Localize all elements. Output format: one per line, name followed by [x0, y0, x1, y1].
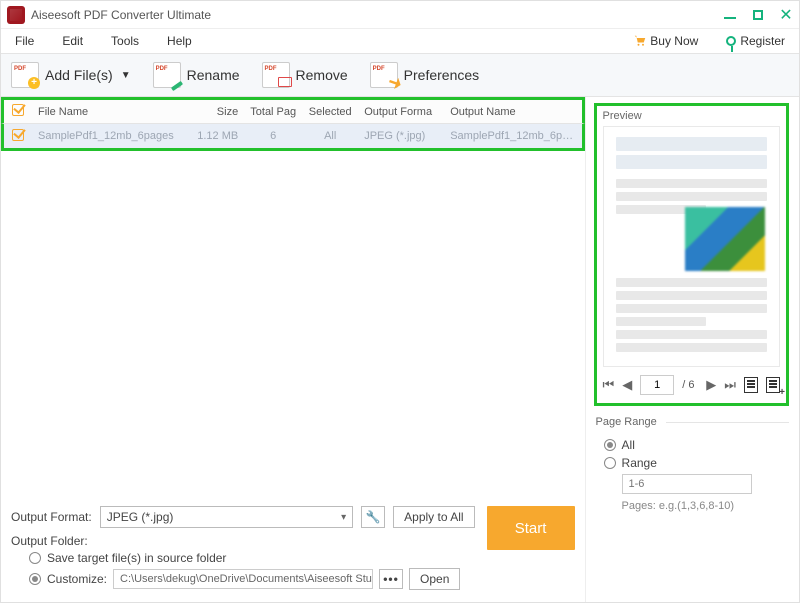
preview-thumbnail-icon: [685, 207, 765, 271]
col-output-name[interactable]: Output Name: [444, 106, 581, 118]
output-format-label: Output Format:: [11, 510, 92, 524]
rename-icon: [153, 62, 181, 88]
cell-format: JPEG (*.jpg): [358, 130, 444, 142]
open-folder-button[interactable]: Open: [409, 568, 460, 590]
remove-icon: [262, 62, 290, 88]
last-page-button[interactable]: ⏭: [724, 377, 736, 393]
cart-icon: [634, 35, 646, 47]
col-size[interactable]: Size: [190, 106, 244, 118]
row-checkbox[interactable]: [12, 129, 24, 141]
col-output-format[interactable]: Output Forma: [358, 106, 444, 118]
page-total-label: / 6: [682, 379, 694, 391]
apply-to-all-button[interactable]: Apply to All: [393, 506, 474, 528]
window-controls: ✕: [723, 8, 793, 22]
cell-size: 1.12 MB: [190, 130, 244, 142]
select-all-checkbox[interactable]: [12, 104, 24, 116]
preferences-button[interactable]: Preferences: [370, 62, 479, 88]
preview-image: [603, 126, 780, 367]
output-format-select[interactable]: JPEG (*.jpg)▾: [100, 506, 353, 528]
close-button[interactable]: ✕: [779, 8, 793, 22]
buy-now-link[interactable]: Buy Now: [634, 34, 698, 48]
preview-panel: Preview ⏮ ◀ / 6 ▶ ⏭: [594, 103, 789, 406]
range-input[interactable]: [622, 474, 752, 494]
range-hint: Pages: e.g.(1,3,6,8-10): [622, 500, 789, 512]
customize-radio[interactable]: [29, 573, 41, 585]
file-list-pane: File Name Size Total Pag Selected Output…: [1, 97, 586, 602]
browse-button[interactable]: •••: [379, 569, 403, 589]
key-icon: [726, 36, 736, 46]
preferences-icon: [370, 62, 398, 88]
menu-tools[interactable]: Tools: [111, 34, 139, 48]
output-folder-label: Output Folder:: [11, 534, 475, 548]
cell-file-name: SamplePdf1_12mb_6pages: [32, 130, 190, 142]
cell-output: SamplePdf1_12mb_6pages: [444, 130, 581, 142]
chevron-down-icon: ▼: [121, 70, 131, 81]
col-total-pages[interactable]: Total Pag: [244, 106, 302, 118]
cell-selected: All: [302, 130, 358, 142]
save-source-label: Save target file(s) in source folder: [47, 551, 226, 565]
cell-pages: 6: [244, 130, 302, 142]
start-button[interactable]: Start: [487, 506, 575, 550]
title-bar: Aiseesoft PDF Converter Ultimate ✕: [1, 1, 799, 29]
col-file-name[interactable]: File Name: [32, 106, 190, 118]
format-settings-button[interactable]: 🔧: [361, 506, 385, 528]
table-header: File Name Size Total Pag Selected Output…: [1, 100, 585, 124]
pdf-add-icon: +: [11, 62, 39, 88]
add-page-icon[interactable]: [766, 377, 780, 393]
right-pane: Preview ⏮ ◀ / 6 ▶ ⏭: [586, 97, 799, 602]
page-number-input[interactable]: [640, 375, 674, 395]
customize-label: Customize:: [47, 572, 107, 586]
range-all-radio[interactable]: [604, 439, 616, 451]
bottom-panel: Output Format: JPEG (*.jpg)▾ 🔧 Apply to …: [1, 500, 585, 602]
empty-area: [1, 151, 585, 500]
next-page-button[interactable]: ▶: [706, 377, 716, 393]
range-custom-radio[interactable]: [604, 457, 616, 469]
maximize-button[interactable]: [751, 8, 765, 22]
wrench-icon: 🔧: [366, 510, 381, 524]
menu-file[interactable]: File: [15, 34, 34, 48]
minimize-button[interactable]: [723, 8, 737, 22]
register-link[interactable]: Register: [726, 34, 785, 48]
output-path-field[interactable]: C:\Users\dekug\OneDrive\Documents\Aisees…: [113, 569, 373, 589]
table-row[interactable]: SamplePdf1_12mb_6pages 1.12 MB 6 All JPE…: [4, 124, 582, 148]
single-page-icon[interactable]: [744, 377, 758, 393]
menu-edit[interactable]: Edit: [62, 34, 83, 48]
rename-button[interactable]: Rename: [153, 62, 240, 88]
preview-title: Preview: [603, 110, 780, 122]
toolbar: + Add File(s)▼ Rename Remove Preferences: [1, 53, 799, 97]
prev-page-button[interactable]: ◀: [622, 377, 632, 393]
range-custom-label: Range: [622, 456, 657, 470]
page-range-title: Page Range: [596, 416, 789, 428]
col-selected[interactable]: Selected: [302, 106, 358, 118]
first-page-button[interactable]: ⏮: [603, 377, 615, 393]
menu-help[interactable]: Help: [167, 34, 192, 48]
range-all-label: All: [622, 438, 635, 452]
content-area: File Name Size Total Pag Selected Output…: [1, 97, 799, 602]
save-source-radio[interactable]: [29, 552, 41, 564]
preview-nav: ⏮ ◀ / 6 ▶ ⏭: [603, 375, 780, 395]
window-title: Aiseesoft PDF Converter Ultimate: [31, 8, 211, 22]
app-icon: [7, 6, 25, 24]
chevron-down-icon: ▾: [341, 512, 346, 523]
remove-button[interactable]: Remove: [262, 62, 348, 88]
menu-bar: File Edit Tools Help Buy Now Register: [1, 29, 799, 53]
add-files-button[interactable]: + Add File(s)▼: [11, 62, 131, 88]
